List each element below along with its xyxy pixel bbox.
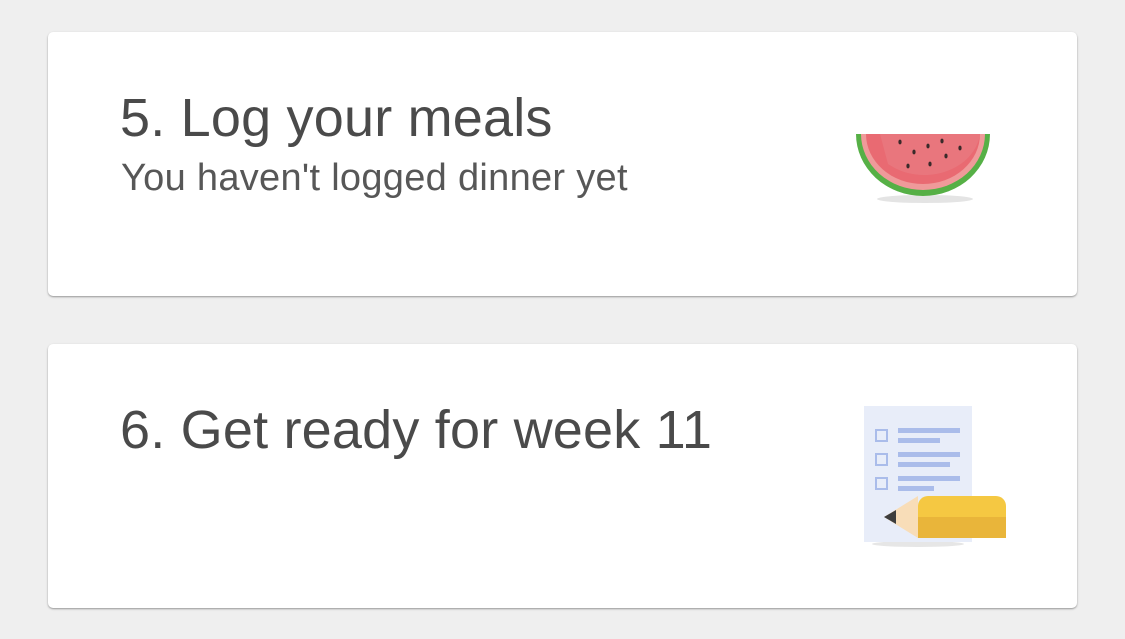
watermelon-icon — [856, 134, 990, 203]
task-title: 6. Get ready for week 11 — [120, 400, 713, 460]
task-title: 5. Log your meals — [120, 88, 553, 148]
task-subtitle: You haven't logged dinner yet — [121, 157, 628, 199]
task-card-get-ready[interactable]: 6. Get ready for week 11 — [48, 344, 1077, 608]
checklist-pencil-icon — [864, 406, 1006, 547]
task-card-log-meals[interactable]: 5. Log your meals You haven't logged din… — [48, 32, 1077, 296]
